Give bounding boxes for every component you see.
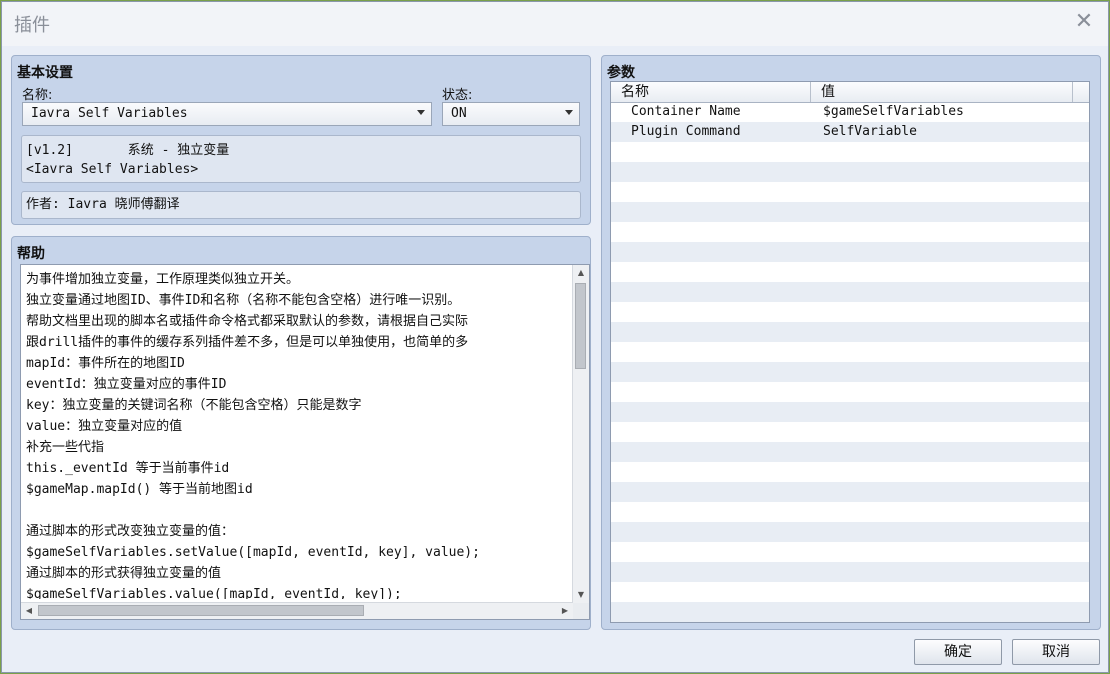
table-row[interactable]: [611, 302, 1089, 322]
table-row[interactable]: [611, 262, 1089, 282]
scrollbar-corner: [573, 603, 589, 619]
table-row[interactable]: [611, 202, 1089, 222]
scroll-down-icon[interactable]: ▼: [573, 587, 589, 603]
author-text: 作者: Iavra 晓师傅翻译: [26, 197, 180, 212]
scroll-up-icon[interactable]: ▲: [573, 265, 589, 281]
parameters-panel: 参数 名称 值 Container Name $gameSelfVariables…: [601, 55, 1101, 630]
help-line: $gameSelfVariables.setValue([mapId, even…: [26, 545, 480, 560]
help-line: 补充一些代指: [26, 440, 105, 455]
table-row[interactable]: [611, 182, 1089, 202]
table-row[interactable]: [611, 502, 1089, 522]
param-name: Plugin Command: [631, 124, 741, 139]
table-row[interactable]: [611, 582, 1089, 602]
plugin-dialog: 插件 ✕ 基本设置 名称: Iavra Self Variables 状态: O…: [1, 1, 1109, 673]
author-box: 作者: Iavra 晓师傅翻译: [21, 191, 581, 219]
param-value: SelfVariable: [823, 124, 917, 139]
table-row[interactable]: [611, 282, 1089, 302]
vertical-scrollbar[interactable]: ▲ ▼: [572, 265, 589, 603]
table-header: 名称 值: [611, 82, 1089, 103]
title-bar: 插件 ✕: [2, 2, 1108, 46]
help-line: 跟drill插件的事件的缓存系列插件差不多，但是可以单独使用，也简单的多: [26, 335, 469, 350]
table-row[interactable]: [611, 342, 1089, 362]
table-row[interactable]: [611, 562, 1089, 582]
table-row[interactable]: [611, 522, 1089, 542]
parameters-table[interactable]: 名称 值 Container Name $gameSelfVariables Plu…: [610, 81, 1090, 623]
table-row[interactable]: [611, 322, 1089, 342]
cancel-button[interactable]: 取消: [1012, 639, 1100, 665]
table-row[interactable]: [611, 422, 1089, 442]
help-line: this._eventId 等于当前事件id: [26, 461, 230, 476]
name-label: 名称:: [22, 88, 53, 103]
status-label: 状态:: [442, 88, 473, 103]
table-row[interactable]: [611, 362, 1089, 382]
scroll-left-icon[interactable]: ◀: [21, 603, 37, 619]
status-value: ON: [451, 106, 467, 121]
table-row[interactable]: [611, 462, 1089, 482]
table-row[interactable]: [611, 402, 1089, 422]
help-line: 独立变量通过地图ID、事件ID和名称（名称不能包含空格）进行唯一识别。: [26, 293, 461, 308]
table-row[interactable]: [611, 382, 1089, 402]
help-panel: 帮助 为事件增加独立变量，工作原理类似独立开关。独立变量通过地图ID、事件ID和…: [11, 236, 591, 630]
table-row[interactable]: [611, 142, 1089, 162]
param-name: Container Name: [631, 104, 741, 119]
help-line: $gameSelfVariables.value([mapId, eventId…: [26, 587, 402, 599]
help-line: 通过脚本的形式获得独立变量的值: [26, 566, 222, 581]
help-title: 帮助: [17, 246, 45, 262]
help-line: mapId：事件所在的地图ID: [26, 356, 185, 371]
scroll-right-icon[interactable]: ▶: [557, 603, 573, 619]
horizontal-scrollbar[interactable]: ◀ ▶: [21, 602, 573, 619]
help-line: eventId：独立变量对应的事件ID: [26, 377, 227, 392]
table-row[interactable]: [611, 222, 1089, 242]
help-text-area[interactable]: 为事件增加独立变量，工作原理类似独立开关。独立变量通过地图ID、事件ID和名称（…: [20, 264, 590, 620]
chevron-down-icon: [565, 110, 573, 115]
plugin-name-select[interactable]: Iavra Self Variables: [22, 102, 432, 126]
help-line: 通过脚本的形式改变独立变量的值：: [26, 524, 235, 539]
help-line: 帮助文档里出现的脚本名或插件命令格式都采取默认的参数，请根据自己实际: [26, 314, 469, 329]
description-box: [v1.2] 系统 - 独立变量 <Iavra Self Variables>: [21, 135, 581, 183]
table-row[interactable]: [611, 442, 1089, 462]
help-line: [26, 500, 562, 521]
parameters-title: 参数: [607, 65, 635, 81]
table-row[interactable]: [611, 542, 1089, 562]
ok-button[interactable]: 确定: [914, 639, 1002, 665]
table-row[interactable]: [611, 482, 1089, 502]
help-line: value：独立变量对应的值: [26, 419, 183, 434]
table-row[interactable]: [611, 162, 1089, 182]
table-row[interactable]: [611, 602, 1089, 622]
basic-settings-panel: 基本设置 名称: Iavra Self Variables 状态: ON [v1…: [11, 55, 591, 225]
basic-settings-title: 基本设置: [17, 65, 73, 81]
column-header-value[interactable]: 值: [811, 82, 1073, 102]
table-row[interactable]: Plugin Command SelfVariable: [611, 122, 1089, 142]
table-row[interactable]: [611, 242, 1089, 262]
help-text: 为事件增加独立变量，工作原理类似独立开关。独立变量通过地图ID、事件ID和名称（…: [26, 269, 562, 599]
horizontal-scroll-thumb[interactable]: [38, 605, 364, 616]
help-line: $gameMap.mapId() 等于当前地图id: [26, 482, 253, 497]
description-version: [v1.2] 系统 - 独立变量: [26, 143, 230, 158]
close-icon[interactable]: ✕: [1072, 11, 1096, 35]
table-row[interactable]: Container Name $gameSelfVariables: [611, 102, 1089, 122]
status-select[interactable]: ON: [442, 102, 580, 126]
vertical-scroll-thumb[interactable]: [575, 283, 586, 369]
help-line: key：独立变量的关键词名称（不能包含空格）只能是数字: [26, 398, 362, 413]
param-value: $gameSelfVariables: [823, 104, 964, 119]
dialog-title: 插件: [14, 15, 50, 36]
help-line: 为事件增加独立变量，工作原理类似独立开关。: [26, 272, 300, 287]
description-name: <Iavra Self Variables>: [26, 162, 199, 177]
column-header-name[interactable]: 名称: [611, 82, 811, 102]
plugin-name-value: Iavra Self Variables: [31, 106, 188, 121]
chevron-down-icon: [417, 110, 425, 115]
